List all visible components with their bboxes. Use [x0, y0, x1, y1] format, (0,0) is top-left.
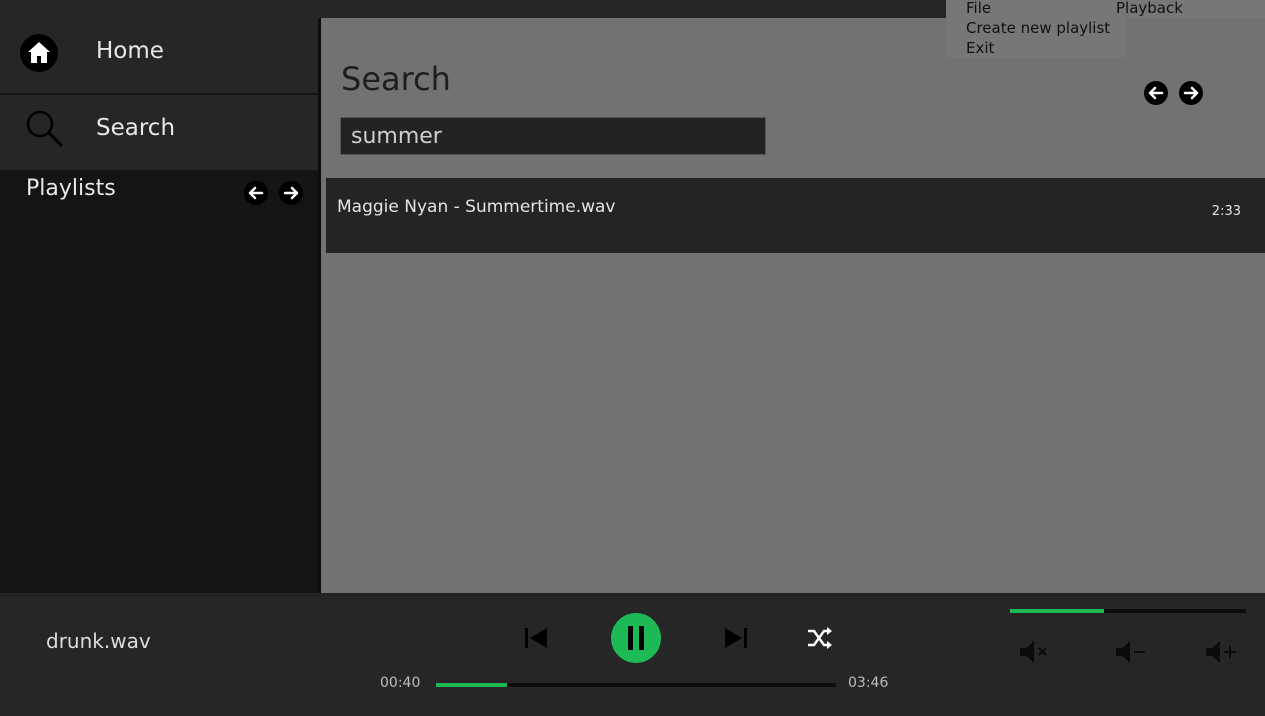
- shuffle-icon[interactable]: [806, 624, 834, 656]
- home-icon[interactable]: [20, 34, 58, 72]
- search-input[interactable]: [340, 117, 766, 155]
- volume-up-icon[interactable]: [1204, 638, 1240, 670]
- menu-item-create-playlist[interactable]: Create new playlist: [966, 19, 1110, 37]
- total-time: 03:46: [848, 675, 889, 691]
- progress-fill: [436, 683, 507, 687]
- menu-file-label[interactable]: File: [966, 0, 991, 17]
- main-panel: Search Maggie Nyan - Summertime.wav 2:33: [321, 18, 1265, 593]
- next-track-icon[interactable]: [722, 624, 750, 656]
- mute-icon[interactable]: [1018, 638, 1054, 670]
- pause-button[interactable]: [611, 613, 661, 663]
- sidebar-item-label: Search: [96, 115, 176, 141]
- page-title: Search: [341, 60, 451, 98]
- player-bar: drunk.wav 00:40 03:46: [0, 596, 1265, 716]
- playlists-heading: Playlists: [26, 176, 116, 201]
- result-title: Maggie Nyan - Summertime.wav: [337, 197, 616, 217]
- search-icon[interactable]: [24, 108, 66, 150]
- file-menu: File Create new playlist Exit: [946, 0, 1126, 58]
- sidebar: Home Search Playlists: [0, 18, 318, 593]
- search-result-row[interactable]: Maggie Nyan - Summertime.wav 2:33: [326, 178, 1265, 253]
- volume-fill: [1010, 609, 1105, 613]
- playlists-back-arrow-icon[interactable]: [244, 181, 268, 205]
- menu-playback-label[interactable]: Playback: [1116, 0, 1183, 17]
- back-arrow-icon[interactable]: [1144, 81, 1168, 105]
- playlists-forward-arrow-icon[interactable]: [279, 181, 303, 205]
- volume-slider[interactable]: [1010, 609, 1246, 613]
- elapsed-time: 00:40: [380, 675, 421, 691]
- menu-item-exit[interactable]: Exit: [966, 39, 994, 57]
- pause-icon: [628, 626, 644, 650]
- forward-arrow-icon[interactable]: [1179, 81, 1203, 105]
- progress-bar[interactable]: [436, 683, 836, 687]
- sidebar-item-label: Home: [96, 38, 164, 64]
- previous-track-icon[interactable]: [522, 624, 550, 656]
- now-playing-title: drunk.wav: [46, 629, 151, 653]
- result-duration: 2:33: [1211, 204, 1241, 219]
- volume-down-icon[interactable]: [1114, 638, 1150, 670]
- playback-menu: Playback: [1112, 0, 1265, 18]
